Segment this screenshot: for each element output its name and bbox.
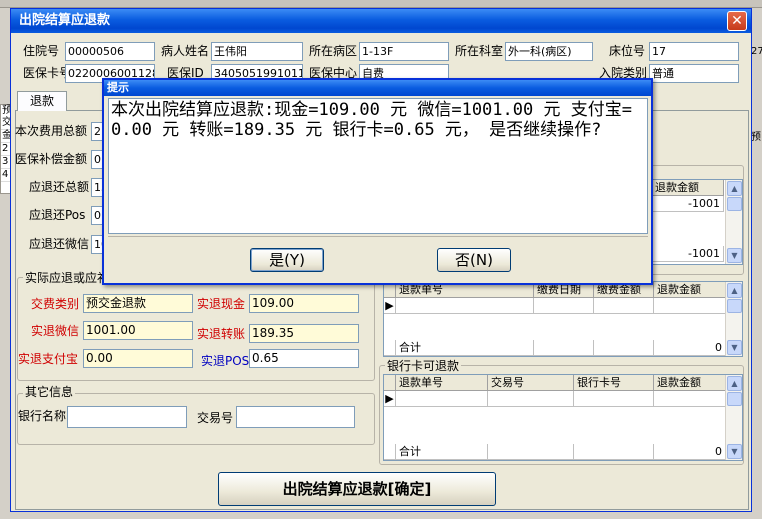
- bank-name-label: 银行名称: [18, 409, 67, 423]
- refund-grid-middle[interactable]: 退款单号 缴费日期 缴费金额 退款金额 ▶ 合计 0 ▲ ▼: [383, 281, 743, 357]
- grid-cell: [574, 444, 654, 460]
- bed-label: 床位号: [609, 44, 646, 58]
- scroll-up-button[interactable]: ▲: [727, 283, 742, 298]
- close-icon: ✕: [731, 13, 743, 29]
- bank-refund-group-title: 银行卡可退款: [385, 359, 462, 373]
- grid-cell: [534, 340, 594, 356]
- grid-header-refund-amount: 退款金额: [654, 282, 726, 298]
- row-pointer-icon: ▶: [384, 391, 396, 407]
- grid-header-card-no: 银行卡号: [574, 375, 654, 391]
- background-toolbar-strip: [0, 0, 762, 8]
- pay-type-field[interactable]: 预交金退款: [83, 294, 193, 313]
- grid-cell: [594, 340, 654, 356]
- actual-alipay-field[interactable]: 0.00: [83, 349, 193, 368]
- grid-header-refund-amount: 退款金额: [654, 375, 726, 391]
- dialog-message-box: 本次出院结算应退款:现金=109.00 元 微信=1001.00 元 支付宝=0…: [108, 98, 648, 234]
- scroll-thumb[interactable]: [727, 197, 742, 211]
- grid-cell: [384, 340, 396, 356]
- bank-refund-grid[interactable]: 退款单号 交易号 银行卡号 退款金额 ▶ 合计 0 ▲ ▼: [383, 374, 743, 461]
- scroll-down-button[interactable]: ▼: [727, 248, 742, 263]
- ward-label: 所在病区: [309, 44, 358, 58]
- dialog-divider: [108, 236, 648, 237]
- grid-cell: [396, 298, 534, 314]
- tab-refund[interactable]: 退款: [17, 91, 67, 111]
- background-right-text: 27: [751, 46, 762, 57]
- grid-header-refund-no: 退款单号: [396, 375, 488, 391]
- grid-cell: [594, 298, 654, 314]
- scroll-up-button[interactable]: ▲: [727, 181, 742, 196]
- total-fee-label: 本次费用总额: [15, 124, 88, 138]
- grid-cell: [654, 298, 726, 314]
- other-info-group-title: 其它信息: [23, 385, 76, 399]
- grid-cell: [654, 391, 726, 407]
- dept-label: 所在科室: [455, 44, 504, 58]
- actual-cash-field[interactable]: 109.00: [249, 294, 359, 313]
- actual-pos-field[interactable]: 0.65: [249, 349, 359, 368]
- vertical-scrollbar[interactable]: ▲ ▼: [725, 282, 742, 356]
- actual-transfer-field[interactable]: 189.35: [249, 324, 359, 343]
- confirm-dialog: 提示 本次出院结算应退款:现金=109.00 元 微信=1001.00 元 支付…: [102, 78, 653, 285]
- grid-total-value: 0: [654, 340, 726, 356]
- actual-transfer-label: 实退转账: [197, 327, 246, 341]
- window-title: 出院结算应退款: [11, 9, 751, 33]
- refund-wechat-label: 应退还微信: [29, 237, 90, 251]
- yes-button[interactable]: 是(Y): [250, 248, 324, 272]
- bank-name-input[interactable]: [67, 406, 187, 428]
- grid-cell: [488, 444, 574, 460]
- row-pointer-icon: ▶: [384, 298, 396, 314]
- dept-field[interactable]: 外一科(病区): [505, 42, 593, 61]
- refund-total-label: 应退还总额: [29, 180, 90, 194]
- actual-pos-label: 实退POS: [201, 354, 250, 368]
- actual-wechat-label: 实退微信: [31, 324, 80, 338]
- dialog-message: 本次出院结算应退款:现金=109.00 元 微信=1001.00 元 支付宝=0…: [111, 100, 632, 140]
- grid-cell: [488, 391, 574, 407]
- grid-cell: [396, 391, 488, 407]
- patient-name-label: 病人姓名: [161, 44, 210, 58]
- actual-wechat-field[interactable]: 1001.00: [83, 321, 193, 340]
- grid-cell-refund-amount-total: -1001: [652, 246, 724, 262]
- actual-refund-group-title: 实际应退或应补: [23, 271, 112, 285]
- actual-alipay-label: 实退支付宝: [18, 352, 79, 366]
- scroll-thumb[interactable]: [727, 299, 742, 313]
- grid-total-label: 合计: [396, 444, 488, 460]
- scroll-thumb[interactable]: [727, 392, 742, 406]
- scroll-up-button[interactable]: ▲: [727, 376, 742, 391]
- grid-total-value: 0: [654, 444, 726, 460]
- vertical-scrollbar[interactable]: ▲ ▼: [725, 180, 742, 264]
- background-right-text-2: 预: [751, 132, 761, 143]
- txn-no-label: 交易号: [197, 411, 234, 425]
- admit-type-field[interactable]: 普通: [649, 64, 739, 83]
- grid-cell-refund-amount: -1001: [652, 196, 724, 212]
- ward-field[interactable]: 1-13F: [359, 42, 449, 61]
- txn-no-input[interactable]: [236, 406, 355, 428]
- bed-field[interactable]: 17: [649, 42, 739, 61]
- pay-type-label: 交费类别: [31, 297, 80, 311]
- grid-corner: [384, 375, 396, 391]
- dialog-title: 提示: [104, 80, 651, 96]
- scroll-down-button[interactable]: ▼: [727, 444, 742, 459]
- grid-cell: [574, 391, 654, 407]
- refund-pos-label: 应退还Pos: [29, 208, 86, 222]
- insurance-card-label: 医保卡号: [23, 66, 72, 80]
- admission-no-field[interactable]: 00000506: [65, 42, 155, 61]
- grid-cell: [534, 298, 594, 314]
- vertical-scrollbar[interactable]: ▲ ▼: [725, 375, 742, 460]
- grid-header-txn-no: 交易号: [488, 375, 574, 391]
- scroll-down-button[interactable]: ▼: [727, 340, 742, 355]
- confirm-refund-button[interactable]: 出院结算应退款[确定]: [218, 472, 496, 506]
- grid-cell: [384, 444, 396, 460]
- admission-no-label: 住院号: [23, 44, 60, 58]
- grid-header-refund-amount: 退款金额: [652, 180, 724, 196]
- close-button[interactable]: ✕: [727, 11, 747, 31]
- subsidy-label: 医保补偿金额: [15, 152, 88, 166]
- no-button[interactable]: 否(N): [437, 248, 511, 272]
- actual-cash-label: 实退现金: [197, 297, 246, 311]
- patient-name-field[interactable]: 王伟阳: [211, 42, 303, 61]
- grid-total-label: 合计: [396, 340, 534, 356]
